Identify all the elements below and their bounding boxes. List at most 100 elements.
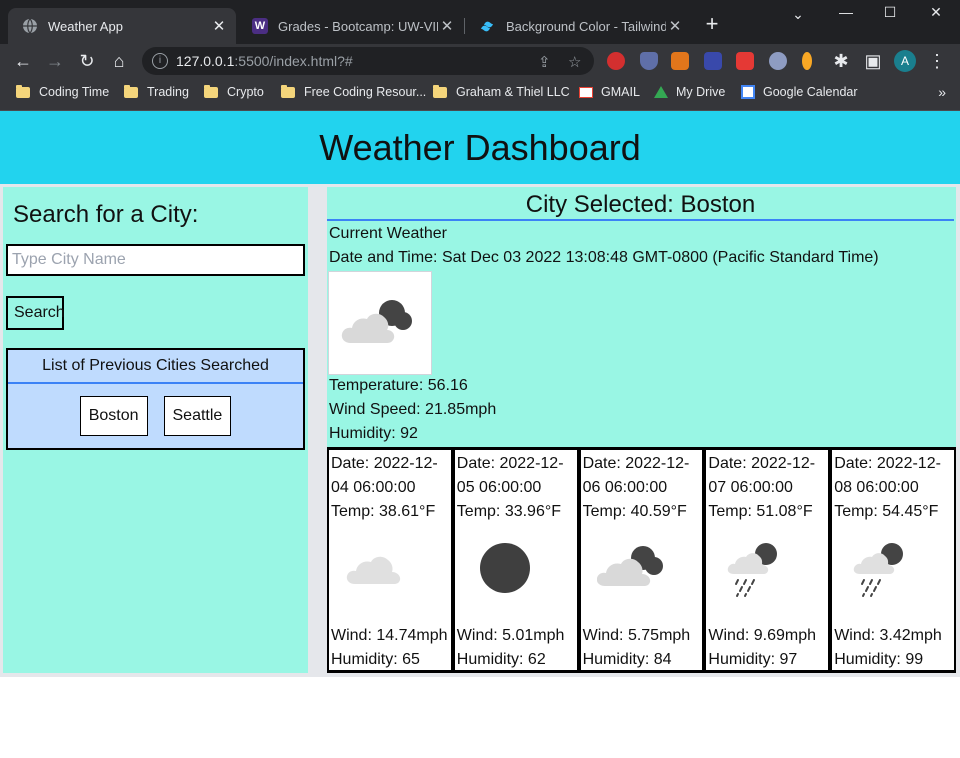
page-header: Weather Dashboard	[0, 111, 960, 184]
bookmark-label: GMAIL	[601, 85, 640, 99]
chrome-extension-icon[interactable]	[769, 52, 787, 70]
bookmark-star-icon[interactable]: ☆	[568, 53, 581, 71]
tab-grades[interactable]: W Grades - Bootcamp: UW-VIRT- ✕	[238, 8, 464, 44]
current-datetime: Date and Time: Sat Dec 03 2022 13:08:48 …	[329, 249, 879, 266]
tab-search-icon[interactable]: ⌄	[783, 6, 813, 23]
close-tab-icon[interactable]: ✕	[438, 17, 456, 35]
forecast-wind: Wind: 9.69mph	[708, 627, 816, 644]
close-window-button[interactable]: ✕	[921, 4, 951, 21]
forecast-temp: Temp: 51.08°F	[708, 503, 813, 520]
rain-moon-icon	[853, 543, 904, 597]
current-humidity: Humidity: 92	[329, 425, 418, 442]
cloud-moon-icon	[596, 546, 663, 586]
calendar-icon	[741, 85, 755, 99]
search-heading: Search for a City:	[13, 201, 199, 228]
url-text: 127.0.0.1:5500/index.html?#	[176, 53, 353, 69]
side-panel-icon[interactable]: ▣	[862, 50, 884, 72]
notification-extension-icon[interactable]	[736, 52, 754, 70]
current-weather-heading: Current Weather	[329, 225, 447, 242]
search-sidebar: Search for a City: Search List of Previo…	[3, 187, 308, 673]
bookmark-label: Trading	[147, 85, 189, 99]
history-city-seattle[interactable]: Seattle	[163, 396, 232, 436]
weather-main-panel: City Selected: Boston Current Weather Da…	[327, 187, 956, 673]
forecast-card: Date: 2022-12-06 06:00:00 Temp: 40.59°F …	[580, 450, 703, 670]
cloud-moon-icon	[341, 300, 412, 343]
forecast-temp: Temp: 38.61°F	[331, 503, 436, 520]
info-icon[interactable]: i	[152, 53, 168, 69]
history-city-boston[interactable]: Boston	[79, 396, 148, 436]
flame-extension-icon[interactable]	[802, 52, 812, 70]
address-bar[interactable]: i 127.0.0.1:5500/index.html?# ⇪ ☆	[142, 47, 594, 75]
current-temperature: Temperature: 56.16	[329, 377, 468, 394]
current-weather-icon	[328, 271, 432, 375]
minimize-button[interactable]: —	[831, 4, 861, 20]
forecast-card: Date: 2022-12-04 06:00:00 Temp: 38.61°F …	[329, 450, 451, 670]
bookmark-label: Coding Time	[39, 85, 110, 99]
tab-title: Background Color - Tailwind C	[506, 18, 666, 34]
bookmark-gmail[interactable]: GMAIL	[579, 85, 640, 99]
profile-avatar[interactable]: A	[894, 50, 916, 72]
forecast-row: Date: 2022-12-04 06:00:00 Temp: 38.61°F …	[327, 447, 956, 673]
bookmark-coding-time[interactable]: Coding Time	[16, 84, 110, 99]
forecast-humidity: Humidity: 84	[582, 651, 672, 668]
city-search-input[interactable]	[6, 244, 305, 276]
tab-weather-app[interactable]: Weather App ✕	[8, 8, 236, 44]
shield-extension-icon[interactable]	[640, 52, 658, 70]
bookmark-free-coding[interactable]: Free Coding Resour...	[281, 84, 427, 99]
forecast-date: Date: 2022-12-05 06:00:00	[456, 455, 564, 496]
bookmark-graham-thiel[interactable]: Graham & Thiel LLC	[433, 84, 570, 99]
forecast-card: Date: 2022-12-08 06:00:00 Temp: 54.45°F …	[832, 450, 954, 670]
forecast-humidity: Humidity: 65	[331, 651, 420, 668]
maximize-button[interactable]: ☐	[875, 4, 905, 21]
bookmarks-bar: Coding Time Trading Crypto Free Coding R…	[0, 78, 960, 111]
bookmark-my-drive[interactable]: My Drive	[654, 85, 725, 99]
extensions-puzzle-icon[interactable]: ✱	[830, 50, 852, 72]
bookmark-label: Free Coding Resour...	[304, 85, 427, 99]
page-title: Weather Dashboard	[319, 126, 641, 168]
rain-moon-icon	[728, 543, 778, 597]
forecast-wind: Wind: 3.42mph	[834, 627, 942, 644]
tab-tailwind[interactable]: Background Color - Tailwind C ✕	[466, 8, 692, 44]
forecast-date: Date: 2022-12-06 06:00:00	[582, 455, 690, 496]
tab-title: Weather App	[48, 18, 123, 34]
forward-arrow-icon[interactable]: →	[44, 50, 66, 72]
reload-icon[interactable]: ↻	[76, 50, 98, 72]
bookmark-crypto[interactable]: Crypto	[204, 84, 264, 99]
forecast-date: Date: 2022-12-04 06:00:00	[331, 455, 438, 496]
share-icon[interactable]: ⇪	[538, 53, 551, 71]
forecast-humidity: Humidity: 97	[708, 651, 798, 668]
menu-kebab-icon[interactable]: ⋮	[926, 50, 948, 72]
forecast-temp: Temp: 40.59°F	[582, 503, 687, 520]
close-tab-icon[interactable]: ✕	[666, 17, 684, 35]
back-arrow-icon[interactable]: ←	[12, 50, 34, 72]
moon-icon	[479, 543, 530, 593]
new-tab-button[interactable]: +	[700, 12, 724, 36]
history-title: List of Previous Cities Searched	[8, 350, 303, 384]
selected-city-title: City Selected: Boston	[327, 187, 954, 221]
metamask-extension-icon[interactable]	[671, 52, 689, 70]
bookmark-label: My Drive	[676, 85, 726, 99]
forecast-wind: Wind: 14.74mph	[331, 627, 448, 644]
adblock-extension-icon[interactable]	[607, 52, 625, 70]
bookmark-label: Graham & Thiel LLC	[456, 85, 570, 99]
search-button[interactable]: Search	[6, 296, 65, 330]
layers-extension-icon[interactable]	[704, 52, 722, 70]
close-tab-icon[interactable]: ✕	[210, 17, 228, 35]
home-icon[interactable]: ⌂	[108, 50, 130, 72]
forecast-date: Date: 2022-12-08 06:00:00	[834, 455, 941, 496]
tailwind-logo-icon	[480, 18, 496, 34]
url-path: :5500/index.html?#	[234, 53, 353, 69]
search-history-panel: List of Previous Cities Searched Boston …	[6, 348, 305, 450]
bookmark-trading[interactable]: Trading	[124, 84, 189, 99]
current-wind: Wind Speed: 21.85mph	[329, 401, 497, 418]
forecast-date: Date: 2022-12-07 06:00:00	[708, 455, 816, 496]
bookmark-google-calendar[interactable]: Google Calendar	[741, 85, 858, 99]
folder-icon	[124, 84, 138, 98]
uw-logo-icon: W	[252, 18, 268, 34]
bookmark-label: Crypto	[227, 85, 264, 99]
history-list: Boston Seattle	[8, 396, 303, 436]
more-bookmarks-icon[interactable]: »	[938, 84, 946, 100]
google-drive-icon	[654, 86, 668, 98]
forecast-card: Date: 2022-12-05 06:00:00 Temp: 33.96°F …	[454, 450, 577, 670]
forecast-card: Date: 2022-12-07 06:00:00 Temp: 51.08°F …	[706, 450, 829, 670]
